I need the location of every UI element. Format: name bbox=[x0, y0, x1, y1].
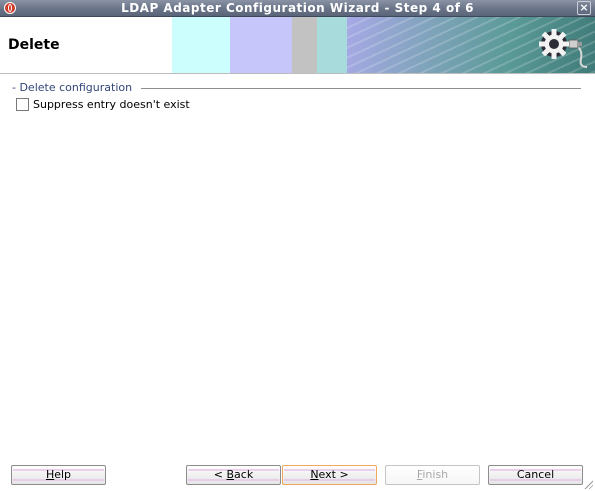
page-title: Delete bbox=[8, 37, 60, 53]
banner-strip bbox=[230, 17, 292, 73]
close-icon: × bbox=[579, 1, 589, 14]
next-label: Next > bbox=[310, 468, 349, 481]
gear-plug-icon bbox=[537, 23, 589, 69]
finish-button: Finish bbox=[385, 465, 480, 485]
banner-strip bbox=[172, 17, 230, 73]
next-button[interactable]: Next > bbox=[282, 465, 377, 485]
window-title: LDAP Adapter Configuration Wizard - Step… bbox=[121, 1, 474, 15]
help-label: Help bbox=[45, 468, 72, 481]
banner-strip bbox=[317, 17, 347, 73]
cancel-button[interactable]: Cancel bbox=[488, 465, 583, 485]
banner-strip bbox=[292, 17, 317, 73]
suppress-entry-checkbox[interactable] bbox=[16, 98, 29, 111]
help-button[interactable]: Help bbox=[11, 465, 106, 485]
close-button[interactable]: × bbox=[577, 1, 591, 15]
title-bar[interactable]: LDAP Adapter Configuration Wizard - Step… bbox=[0, 0, 595, 17]
wizard-header: Delete bbox=[0, 17, 595, 73]
section-divider bbox=[141, 88, 581, 89]
header-divider bbox=[0, 73, 595, 74]
resize-grip-icon[interactable] bbox=[583, 479, 593, 489]
finish-label: Finish bbox=[416, 468, 449, 481]
back-button[interactable]: < Back bbox=[186, 465, 281, 485]
back-label: < Back bbox=[213, 468, 254, 481]
suppress-entry-label[interactable]: Suppress entry doesn't exist bbox=[33, 98, 190, 111]
header-banner-art bbox=[172, 17, 595, 73]
cancel-label: Cancel bbox=[516, 468, 555, 481]
section-legend: - Delete configuration bbox=[12, 81, 133, 94]
